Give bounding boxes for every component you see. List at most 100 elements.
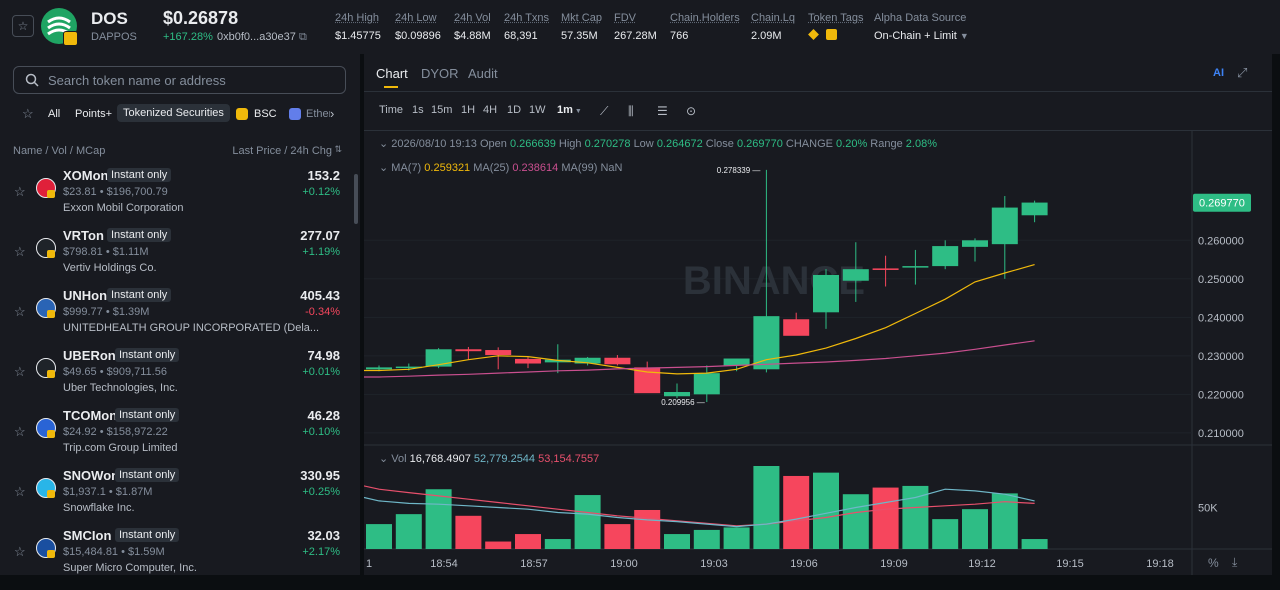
interval-1m[interactable]: 1m ▼: [557, 104, 582, 116]
candle-type-icon[interactable]: ⫼: [628, 104, 634, 119]
auto-scale-icon[interactable]: ⤓: [1232, 555, 1237, 570]
token-list-row[interactable]: ☆ SNOWon Instant only $1,937.1 • $1.87M Snow…: [0, 462, 360, 522]
search-box[interactable]: [13, 66, 346, 94]
volume-bar: [634, 509, 661, 549]
bsc-badge-icon: [47, 190, 55, 198]
stat-value-vol: $4.88M: [454, 30, 491, 42]
interval-1m-label: 1m: [557, 104, 573, 116]
ai-icon[interactable]: AI: [1213, 67, 1224, 79]
favorite-star-icon[interactable]: ☆: [14, 244, 26, 260]
volume-bar: [693, 529, 720, 549]
favorite-star-icon[interactable]: ☆: [14, 544, 26, 560]
volume-bar: [962, 509, 988, 549]
interval-1h[interactable]: 1H: [461, 104, 475, 116]
candle-body: [455, 349, 482, 352]
stat-value-liquidity: 2.09M: [751, 30, 782, 42]
interval-1s[interactable]: 1s: [412, 104, 424, 116]
stat-label-high: 24h High: [335, 12, 380, 24]
bsc-badge-icon: [47, 310, 55, 318]
depth-icon[interactable]: ⊙: [686, 104, 696, 118]
bsc-badge-icon: [47, 370, 55, 378]
instant-only-badge: Instant only: [107, 228, 172, 242]
candle-body: [842, 269, 869, 281]
volume-y-tick-label: 50K: [1198, 503, 1218, 515]
x-tick-label: 1: [366, 558, 372, 570]
filter-all[interactable]: All: [48, 108, 60, 120]
token-24h-change: +0.10%: [302, 426, 340, 438]
token-company-name: UNITEDHEALTH GROUP INCORPORATED (Dela...: [63, 322, 320, 334]
y-tick-label: 0.240000: [1198, 312, 1244, 324]
filter-ethereum[interactable]: Ether: [306, 108, 330, 120]
favorite-star-icon[interactable]: ☆: [14, 304, 26, 320]
price-chart[interactable]: BINANCE 0.2600000.2500000.2400000.230000…: [364, 131, 1272, 575]
column-header-price[interactable]: Last Price / 24h Chg: [232, 145, 332, 157]
favorites-filter-icon[interactable]: ☆: [22, 106, 34, 122]
token-vol-mcap: $999.77 • $1.39M: [63, 306, 150, 318]
tab-chart[interactable]: Chart: [376, 66, 408, 81]
volume-bar: [515, 534, 541, 549]
token-symbol: TCOMon: [63, 408, 118, 423]
filter-tokenized-securities[interactable]: Tokenized Securities: [117, 104, 230, 122]
token-last-price: 32.03: [307, 528, 340, 543]
filter-points[interactable]: Points+: [75, 108, 112, 120]
instant-only-badge: Instant only: [115, 528, 180, 542]
caret-down-icon: ▼: [572, 108, 582, 115]
token-list-row[interactable]: ☆ XOMon Instant only $23.81 • $196,700.79 Ex…: [0, 162, 360, 222]
token-list-row[interactable]: ☆ SMCIon Instant only $15,484.81 • $1.59M Su…: [0, 522, 360, 575]
interval-1d[interactable]: 1D: [507, 104, 521, 116]
interval-15m[interactable]: 15m: [431, 104, 452, 116]
settings-icon[interactable]: ☰: [657, 104, 668, 118]
fullscreen-icon[interactable]: ⤢: [1237, 65, 1247, 81]
instant-only-badge: Instant only: [107, 168, 172, 182]
percent-scale-icon[interactable]: %: [1208, 556, 1219, 570]
volume-bar: [842, 494, 869, 549]
tab-dyor[interactable]: DYOR: [421, 66, 459, 81]
candle-body: [693, 373, 720, 395]
token-list-row[interactable]: ☆ UNHon Instant only $999.77 • $1.39M UNITED…: [0, 282, 360, 342]
filter-bsc[interactable]: BSC: [254, 108, 277, 120]
indicator-icon[interactable]: ⟋: [600, 104, 608, 119]
token-list-row[interactable]: ☆ UBERon Instant only $49.65 • $909,711.56 U…: [0, 342, 360, 402]
sort-icon[interactable]: ⇅: [334, 144, 342, 155]
token-list-row[interactable]: ☆ VRTon Instant only $798.81 • $1.11M Vertiv…: [0, 222, 360, 282]
token-symbol: SMCIon: [63, 528, 112, 543]
list-scrollbar[interactable]: [354, 174, 358, 224]
favorite-star-icon[interactable]: ☆: [14, 184, 26, 200]
token-price: $0.26878: [163, 8, 239, 28]
candle-body: [1021, 202, 1048, 216]
volume-bar: [664, 534, 690, 549]
favorite-star-icon[interactable]: ☆: [14, 424, 26, 440]
y-tick-label: 0.260000: [1198, 235, 1244, 247]
volume-bar: [395, 514, 422, 549]
favorite-star-icon[interactable]: ☆: [14, 484, 26, 500]
interval-1w[interactable]: 1W: [529, 104, 546, 116]
x-tick-label: 19:09: [880, 558, 908, 570]
candle-body: [425, 349, 452, 367]
volume-bar: [574, 495, 601, 549]
interval-time[interactable]: Time: [379, 104, 403, 116]
tab-audit[interactable]: Audit: [468, 66, 498, 81]
stat-label-fdv: FDV: [614, 12, 636, 24]
contract-address[interactable]: 0xb0f0...a30e37 ⧉: [217, 31, 307, 44]
y-tick-label: 0.210000: [1198, 428, 1244, 440]
interval-4h[interactable]: 4H: [483, 104, 497, 116]
data-source-select[interactable]: On-Chain + Limit ▼: [874, 30, 969, 42]
search-input[interactable]: [46, 72, 330, 89]
token-list-row[interactable]: ☆ TCOMon Instant only $24.92 • $158,972.22 T…: [0, 402, 360, 462]
instant-only-badge: Instant only: [115, 408, 180, 422]
bsc-badge-icon: [63, 31, 78, 46]
token-symbol: SNOWon: [63, 468, 120, 483]
token-symbol: VRTon: [63, 228, 104, 243]
favorite-star-icon[interactable]: ☆: [14, 364, 26, 380]
candle-body: [634, 367, 661, 394]
column-header-name[interactable]: Name / Vol / MCap: [13, 145, 105, 157]
favorite-star-icon[interactable]: ☆: [12, 15, 34, 37]
chevron-right-icon[interactable]: ›: [330, 106, 334, 121]
copy-icon[interactable]: ⧉: [299, 31, 307, 43]
y-tick-label: 0.230000: [1198, 351, 1244, 363]
token-company-name: Uber Technologies, Inc.: [63, 382, 178, 394]
token-change: +167.28%: [163, 31, 213, 43]
token-tags: [808, 29, 838, 43]
volume-bar: [544, 539, 571, 549]
x-tick-label: 19:12: [968, 558, 996, 570]
